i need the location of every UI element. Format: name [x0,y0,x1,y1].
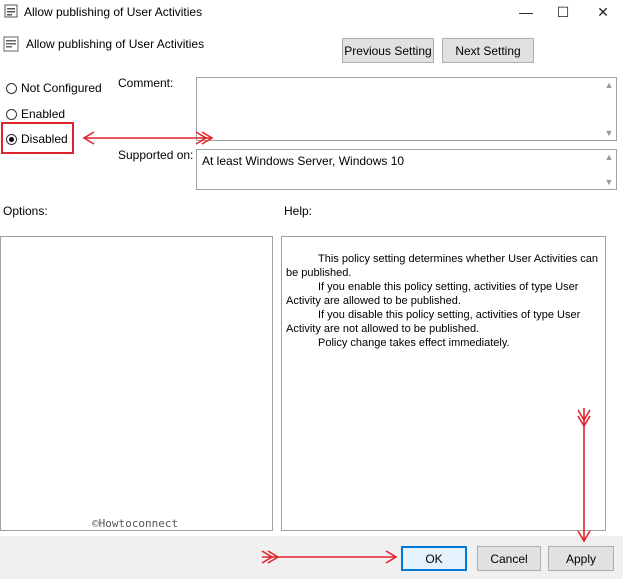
close-button[interactable]: ✕ [585,0,621,24]
help-paragraph: This policy setting determines whether U… [286,253,599,279]
help-panel: This policy setting determines whether U… [281,236,606,531]
supported-on-field: At least Windows Server, Windows 10 ▲ ▼ [196,149,617,190]
ok-button[interactable]: OK [401,546,467,571]
help-label: Help: [284,204,313,218]
help-paragraph: Policy change takes effect immediately. [318,337,510,349]
scroll-down-icon[interactable]: ▼ [605,128,614,138]
comment-field[interactable]: ▲ ▼ [196,77,617,141]
policy-app-icon [4,4,18,18]
help-paragraph: If you disable this policy setting, acti… [286,309,581,335]
watermark: ©Howtoconnect [92,517,179,530]
maximize-icon: ☐ [556,3,570,20]
window-title: Allow publishing of User Activities [24,5,203,19]
supported-scrollbar[interactable]: ▲ ▼ [604,152,614,187]
comment-scrollbar[interactable]: ▲ ▼ [604,80,614,138]
scroll-down-icon[interactable]: ▼ [605,177,614,187]
scroll-up-icon[interactable]: ▲ [605,152,614,162]
minimize-icon: — [519,4,533,20]
radio-circle[interactable] [6,108,17,120]
radio-enabled[interactable]: Enabled [6,107,65,121]
radio-circle[interactable] [6,82,17,94]
policy-title: Allow publishing of User Activities [26,37,205,51]
cancel-button[interactable]: Cancel [477,546,541,571]
next-setting-button[interactable]: Next Setting [442,38,534,63]
help-text: This policy setting determines whether U… [286,252,600,350]
scroll-up-icon[interactable]: ▲ [605,80,614,90]
radio-label: Not Configured [21,81,102,95]
help-paragraph: If you enable this policy setting, activ… [286,281,579,307]
options-panel [0,236,273,531]
disabled-highlight-box [1,122,74,154]
maximize-button[interactable]: ☐ [545,0,581,24]
supported-on-label: Supported on: [118,148,194,162]
previous-setting-button[interactable]: Previous Setting [342,38,434,63]
supported-on-value: At least Windows Server, Windows 10 [202,154,405,168]
radio-not-configured[interactable]: Not Configured [6,81,102,95]
radio-label: Enabled [21,107,66,121]
title-bar: Allow publishing of User Activities — ☐ … [0,0,623,24]
minimize-button[interactable]: — [508,0,544,24]
close-icon: ✕ [597,3,609,20]
comment-label: Comment: [118,76,174,90]
options-label: Options: [3,204,48,218]
policy-setting-icon [3,36,19,52]
apply-button[interactable]: Apply [548,546,614,571]
